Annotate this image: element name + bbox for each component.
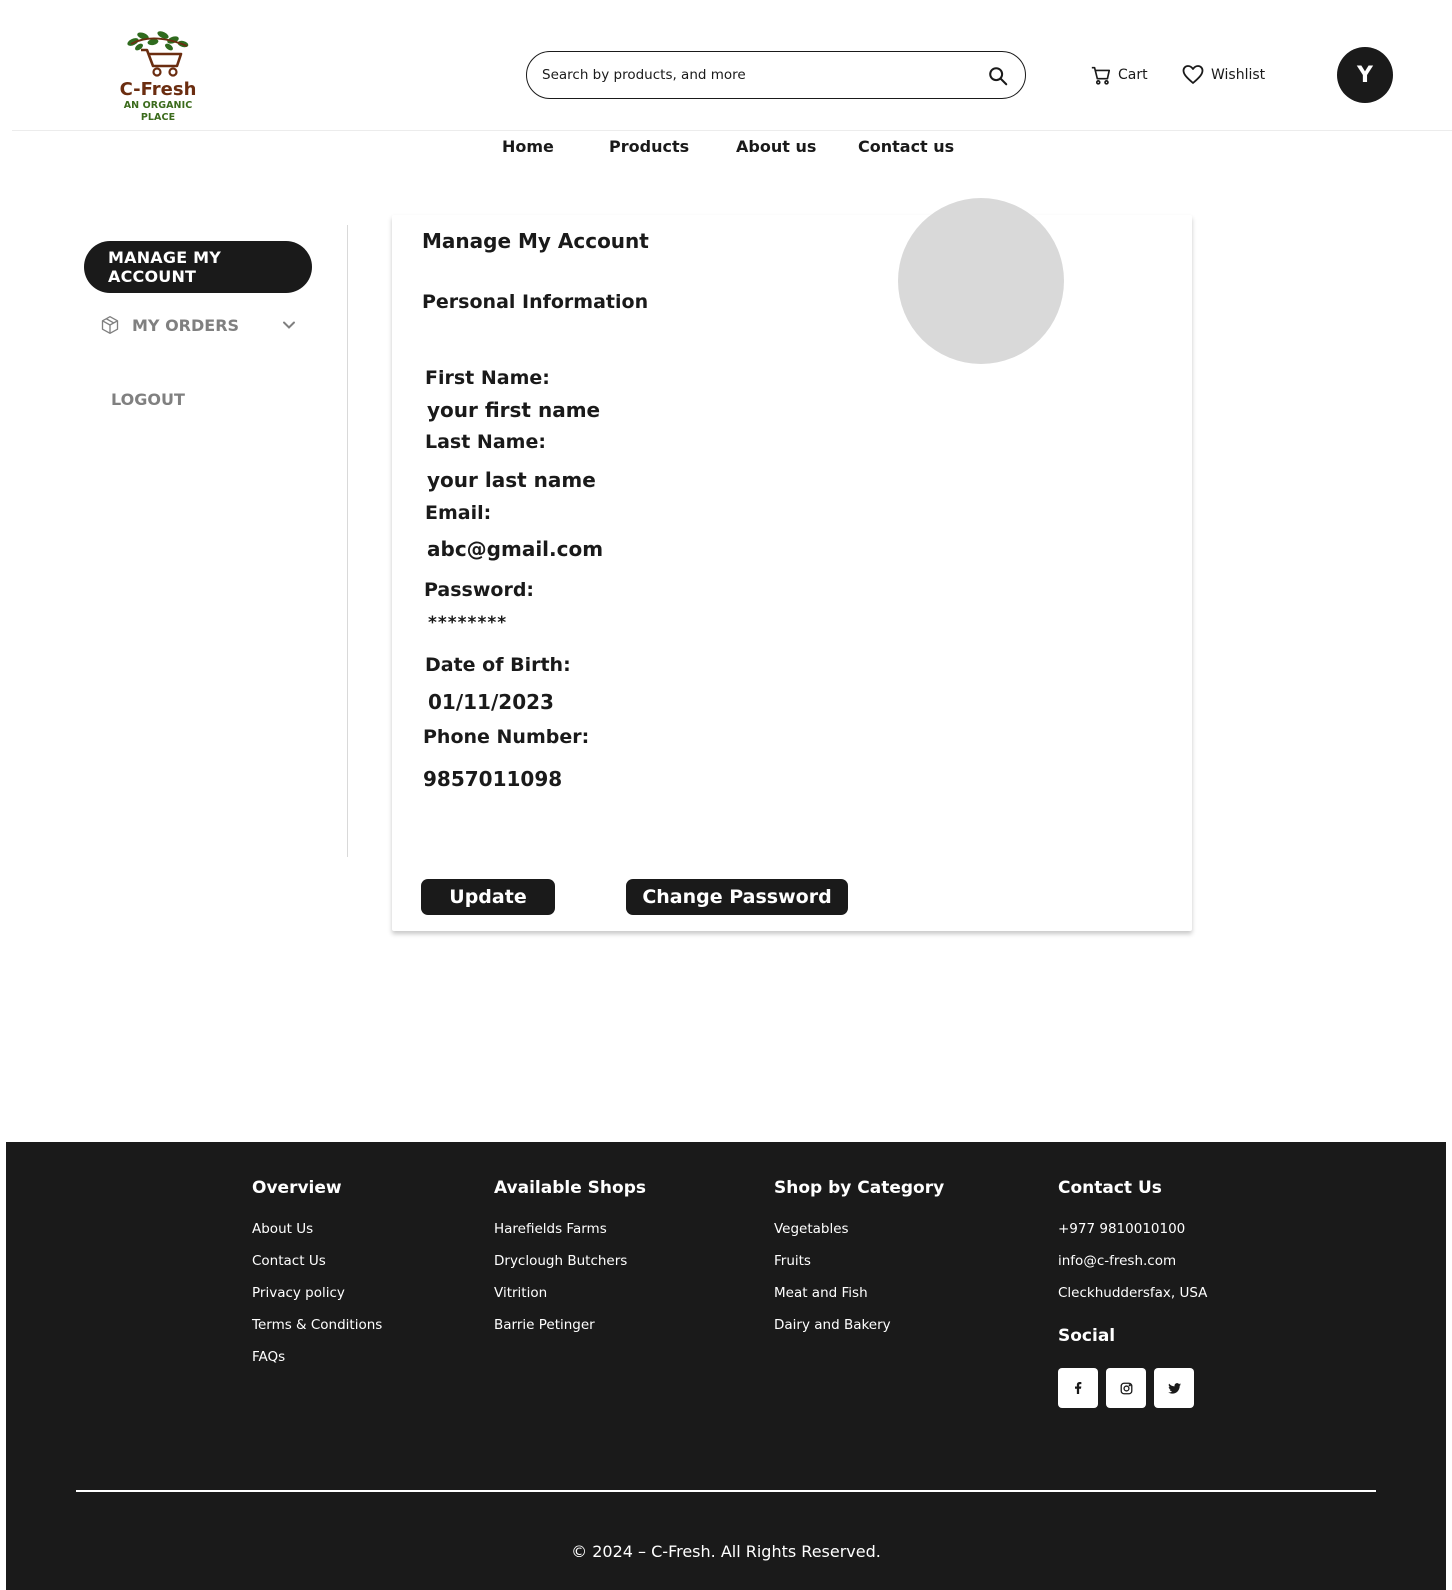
footer-link-category[interactable]: Meat and Fish <box>774 1284 944 1316</box>
sidebar-my-orders-label: MY ORDERS <box>132 315 240 335</box>
footer-contact-title: Contact Us <box>1058 1178 1162 1198</box>
section-title: Personal Information <box>422 291 649 313</box>
brand-name: C-Fresh <box>119 79 197 100</box>
package-icon <box>101 316 119 334</box>
sidebar-divider <box>347 225 348 857</box>
user-avatar[interactable]: Y <box>1337 47 1393 103</box>
password-value: ******** <box>428 613 508 633</box>
nav-contact-us[interactable]: Contact us <box>858 137 954 156</box>
footer-address: Cleckhuddersfax, USA <box>1058 1285 1208 1301</box>
footer-divider <box>76 1490 1376 1492</box>
footer-email[interactable]: info@c-fresh.com <box>1058 1252 1207 1284</box>
first-name-value: your first name <box>427 398 601 422</box>
footer-overview: Overview About Us Contact Us Privacy pol… <box>252 1178 382 1380</box>
phone-number-label: Phone Number: <box>423 726 590 748</box>
footer-link-shop[interactable]: Dryclough Butchers <box>494 1252 646 1284</box>
footer-categories-title: Shop by Category <box>774 1178 945 1198</box>
profile-photo-placeholder[interactable] <box>898 198 1064 364</box>
footer-link-category[interactable]: Vegetables <box>774 1220 944 1252</box>
footer-link-contact-us[interactable]: Contact Us <box>252 1252 382 1284</box>
site-footer: Overview About Us Contact Us Privacy pol… <box>6 1142 1446 1590</box>
footer-link-category[interactable]: Dairy and Bakery <box>774 1316 944 1348</box>
last-name-value: your last name <box>427 468 596 492</box>
update-button[interactable]: Update <box>421 879 555 915</box>
cart-icon <box>1091 66 1111 85</box>
social-links <box>1058 1368 1207 1408</box>
header-divider <box>12 130 1452 131</box>
copyright-text: © 2024 – C-Fresh. All Rights Reserved. <box>571 1542 881 1561</box>
sidebar-my-orders[interactable]: MY ORDERS <box>100 312 296 338</box>
twitter-icon[interactable] <box>1154 1368 1194 1408</box>
footer-link-about-us[interactable]: About Us <box>252 1220 382 1252</box>
footer-link-terms[interactable]: Terms & Conditions <box>252 1316 382 1348</box>
footer-categories: Shop by Category Vegetables Fruits Meat … <box>774 1178 944 1348</box>
wishlist-link[interactable]: Wishlist <box>1181 63 1265 87</box>
footer-contact: Contact Us +977 9810010100 info@c-fresh.… <box>1058 1178 1207 1408</box>
facebook-icon[interactable] <box>1058 1368 1098 1408</box>
wishlist-label: Wishlist <box>1211 67 1266 83</box>
brand-tagline: AN ORGANIC PLACE <box>123 100 193 123</box>
instagram-icon[interactable] <box>1106 1368 1146 1408</box>
nav-home[interactable]: Home <box>502 137 554 156</box>
footer-link-category[interactable]: Fruits <box>774 1252 944 1284</box>
brand-logo[interactable]: C-Fresh AN ORGANIC PLACE <box>106 30 210 124</box>
date-of-birth-value: 01/11/2023 <box>428 690 554 714</box>
password-label: Password: <box>424 579 535 601</box>
cart-leaf-logo-icon <box>127 31 189 77</box>
date-of-birth-label: Date of Birth: <box>425 654 571 676</box>
cart-link[interactable]: Cart <box>1090 63 1148 87</box>
page-title: Manage My Account <box>422 229 649 253</box>
sidebar-logout[interactable]: LOGOUT <box>111 390 185 409</box>
footer-overview-title: Overview <box>252 1178 342 1198</box>
footer-link-faqs[interactable]: FAQs <box>252 1348 382 1380</box>
footer-link-shop[interactable]: Harefields Farms <box>494 1220 646 1252</box>
phone-number-value: 9857011098 <box>423 767 563 791</box>
footer-link-shop[interactable]: Vitrition <box>494 1284 646 1316</box>
sidebar-manage-account[interactable]: MANAGE MY ACCOUNT <box>84 241 312 293</box>
footer-phone[interactable]: +977 9810010100 <box>1058 1220 1207 1252</box>
change-password-button[interactable]: Change Password <box>626 879 848 915</box>
heart-icon <box>1182 65 1204 84</box>
footer-shops-title: Available Shops <box>494 1178 646 1198</box>
email-label: Email: <box>425 502 492 524</box>
search-icon[interactable] <box>987 65 1009 87</box>
search-bar <box>526 51 1026 99</box>
account-card: Manage My Account Personal Information F… <box>392 198 1192 931</box>
cart-label: Cart <box>1118 67 1148 83</box>
last-name-label: Last Name: <box>425 431 546 453</box>
footer-shops: Available Shops Harefields Farms Dryclou… <box>494 1178 646 1348</box>
email-value: abc@gmail.com <box>427 537 604 561</box>
chevron-down-icon[interactable] <box>282 318 296 332</box>
nav-about-us[interactable]: About us <box>736 137 816 156</box>
nav-products[interactable]: Products <box>609 137 689 156</box>
footer-link-shop[interactable]: Barrie Petinger <box>494 1316 646 1348</box>
search-input[interactable] <box>542 62 962 88</box>
first-name-label: First Name: <box>425 367 550 389</box>
footer-link-privacy-policy[interactable]: Privacy policy <box>252 1284 382 1316</box>
footer-social-title: Social <box>1058 1326 1116 1346</box>
